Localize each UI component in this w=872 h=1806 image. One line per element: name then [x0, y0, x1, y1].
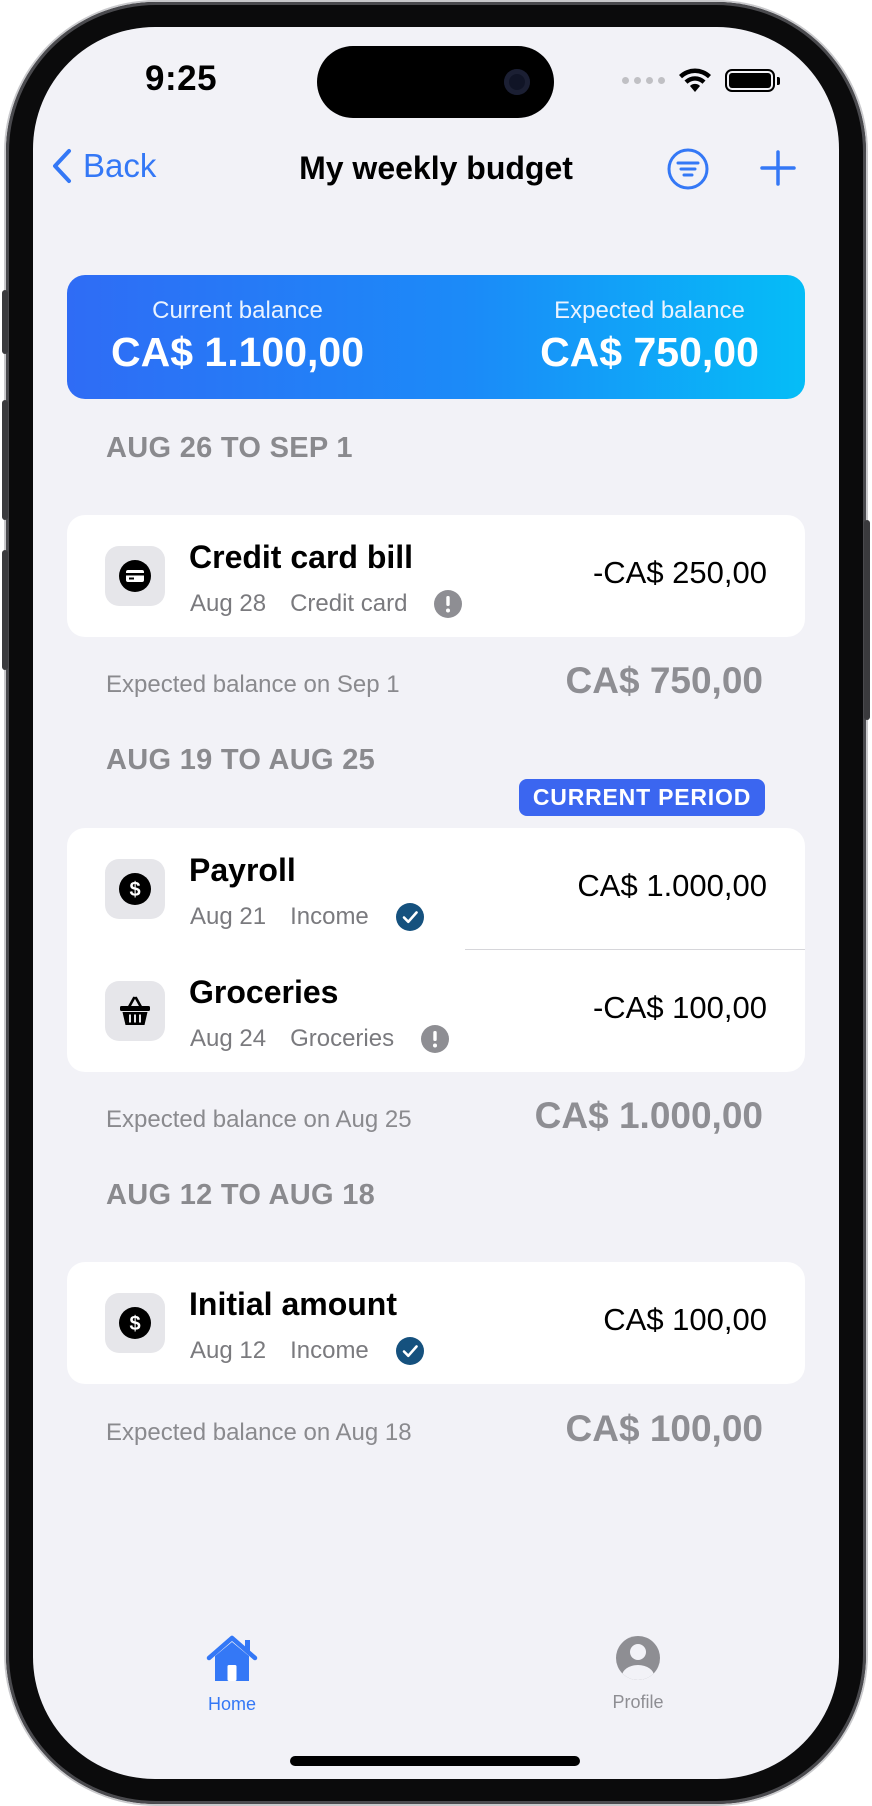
home-indicator — [290, 1756, 580, 1766]
transaction-card: $ Initial amount Aug 12 Income CA$ 100,0… — [67, 1262, 805, 1384]
current-period-badge: CURRENT PERIOD — [519, 779, 765, 816]
transaction-meta: Aug 12 Income — [190, 1336, 425, 1366]
svg-text:$: $ — [129, 1313, 140, 1335]
tab-profile-label: Profile — [612, 1692, 664, 1712]
dollar-icon: $ — [105, 859, 165, 919]
status-time: 9:25 — [145, 59, 218, 98]
transaction-title: Credit card bill — [189, 539, 414, 575]
transaction-date: Aug 24 — [190, 1025, 267, 1052]
check-circle-icon — [395, 903, 424, 931]
transaction-row[interactable]: Credit card bill Aug 28 Credit card -CA$… — [67, 515, 805, 637]
filter-icon[interactable] — [666, 147, 710, 191]
tab-home[interactable]: Home — [172, 1635, 292, 1715]
transaction-row[interactable]: Groceries Aug 24 Groceries -CA$ 100,00 — [67, 950, 805, 1072]
volume-up-button — [2, 400, 8, 520]
volume-down-button — [2, 550, 8, 670]
dollar-icon: $ — [105, 1293, 165, 1353]
section-header: AUG 26 TO SEP 1 — [106, 432, 353, 464]
tab-home-label: Home — [207, 1694, 256, 1714]
credit-card-icon — [105, 546, 165, 606]
profile-icon — [616, 1636, 660, 1680]
expected-balance-footer-label: Expected balance on Aug 25 — [106, 1106, 412, 1133]
status-indicators — [622, 67, 780, 93]
check-circle-icon — [395, 1337, 424, 1365]
plus-icon[interactable] — [758, 148, 798, 188]
transaction-category: Credit card — [290, 590, 408, 617]
power-button — [864, 520, 870, 720]
home-icon — [206, 1635, 258, 1681]
section-header: AUG 12 TO AUG 18 — [106, 1179, 376, 1211]
expected-balance-footer-label: Expected balance on Aug 18 — [106, 1419, 412, 1446]
expected-balance-footer-value: CA$ 750,00 — [565, 660, 763, 701]
tab-profile[interactable]: Profile — [578, 1635, 698, 1713]
transaction-meta: Aug 28 Credit card — [190, 589, 463, 619]
transaction-date: Aug 21 — [190, 903, 267, 930]
transaction-title: Initial amount — [189, 1286, 397, 1322]
transaction-date: Aug 28 — [190, 590, 267, 617]
warning-icon — [434, 590, 463, 618]
expected-balance-footer-value: CA$ 100,00 — [565, 1408, 763, 1449]
svg-text:$: $ — [129, 879, 140, 901]
transaction-title: Groceries — [189, 974, 339, 1010]
transaction-date: Aug 12 — [190, 1337, 267, 1364]
expected-balance-footer-label: Expected balance on Sep 1 — [106, 671, 400, 698]
transaction-category: Income — [290, 903, 369, 930]
signal-icon — [622, 76, 665, 84]
warning-icon — [421, 1025, 450, 1053]
page-title: My weekly budget — [299, 150, 573, 186]
screen: 9:25 Back My weekly budget Current balan… — [33, 27, 839, 1779]
dynamic-island — [317, 46, 554, 118]
camera-lens — [504, 69, 530, 95]
current-balance-value: CA$ 1.100,00 — [110, 329, 364, 375]
transaction-meta: Aug 24 Groceries — [190, 1024, 450, 1054]
transaction-amount: CA$ 1.000,00 — [577, 868, 767, 903]
transaction-amount: -CA$ 100,00 — [592, 990, 767, 1025]
expected-balance-label: Expected balance — [554, 297, 745, 324]
transaction-card: Credit card bill Aug 28 Credit card -CA$… — [67, 515, 805, 637]
transaction-title: Payroll — [189, 852, 296, 888]
current-balance-label: Current balance — [152, 297, 323, 324]
transaction-card: $ Payroll Aug 21 Income CA$ 1.000,00 Gro… — [67, 828, 805, 1072]
expected-balance-footer-value: CA$ 1.000,00 — [534, 1095, 763, 1136]
expected-balance-value: CA$ 750,00 — [540, 329, 759, 375]
balance-card: Current balance CA$ 1.100,00 Expected ba… — [67, 275, 805, 399]
transaction-category: Income — [290, 1337, 369, 1364]
wifi-icon — [679, 68, 711, 92]
transaction-amount: CA$ 100,00 — [603, 1302, 767, 1337]
basket-icon — [105, 981, 165, 1041]
section-header: AUG 19 TO AUG 25 — [106, 744, 376, 776]
transaction-amount: -CA$ 250,00 — [592, 555, 767, 590]
battery-icon — [725, 68, 780, 92]
transaction-meta: Aug 21 Income — [190, 902, 425, 932]
transaction-row[interactable]: $ Payroll Aug 21 Income CA$ 1.000,00 — [67, 828, 805, 950]
ringer-switch — [2, 290, 8, 354]
transaction-row[interactable]: $ Initial amount Aug 12 Income CA$ 100,0… — [67, 1262, 805, 1384]
transaction-category: Groceries — [290, 1025, 395, 1052]
